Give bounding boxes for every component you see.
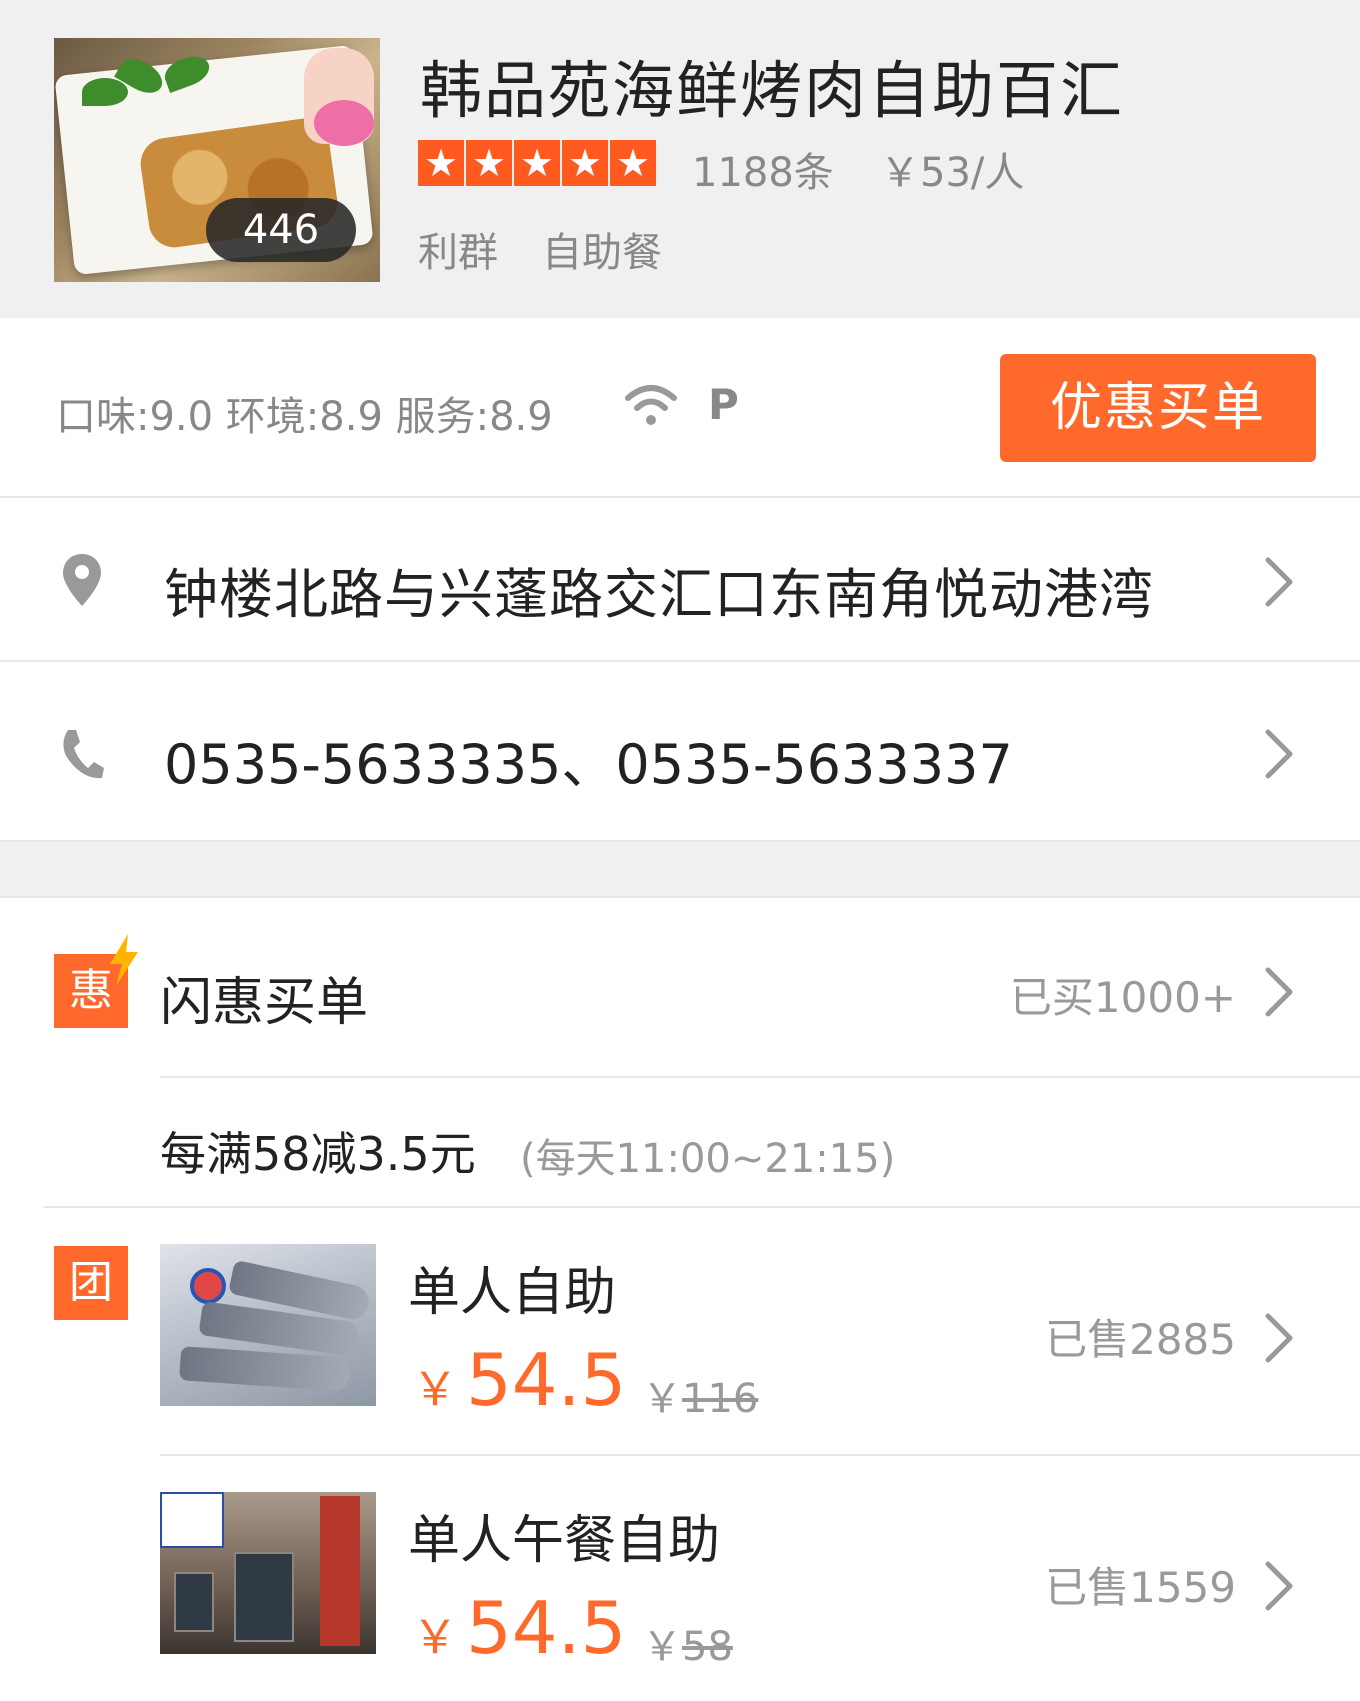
shop-photo[interactable]: 446 <box>54 38 380 282</box>
deal-price: ￥ 54.5 <box>412 1338 626 1422</box>
shop-phone: 0535-5633335、0535-5633337 <box>164 733 1013 796</box>
star-icon: ★ <box>562 140 608 186</box>
discount-pay-button[interactable]: 优惠买单 <box>1000 354 1316 462</box>
deal-sold-count: 已售1559 <box>1045 1563 1236 1612</box>
deal-sold-count: 已售2885 <box>1045 1315 1236 1364</box>
deal-title: 单人午餐自助 <box>408 1511 721 1571</box>
star-icon: ★ <box>466 140 512 186</box>
sign-graphic <box>160 1492 224 1548</box>
score-summary: 口味:9.0 环境:8.9 服务:8.9 <box>56 394 553 440</box>
star-rating: ★ ★ ★ ★ ★ <box>418 140 656 186</box>
original-price-value: 58 <box>682 1624 733 1670</box>
group-deal-item[interactable]: 单人午餐自助 ￥ 54.5 ￥58 已售1559 <box>0 1456 1360 1701</box>
parking-icon: P <box>708 380 739 429</box>
deal-price: ￥ 54.5 <box>412 1586 626 1670</box>
location-pin-icon <box>63 554 101 606</box>
wifi-icon <box>625 385 677 425</box>
section-gap <box>0 842 1360 898</box>
shrimp-graphic <box>179 1346 351 1392</box>
herb-graphic <box>82 78 128 106</box>
flash-deal-sold-count: 已买1000+ <box>1009 973 1236 1022</box>
shop-name: 韩品苑海鲜烤肉自助百汇 <box>420 54 1125 127</box>
deal-title: 单人自助 <box>408 1263 617 1323</box>
deal-photo <box>160 1244 376 1406</box>
deal-photo <box>160 1492 376 1654</box>
address-row[interactable]: 钟楼北路与兴蓬路交汇口东南角悦动港湾 <box>0 498 1360 662</box>
review-count[interactable]: 1188条 <box>692 140 834 198</box>
currency-symbol: ￥ <box>412 1362 458 1416</box>
logo-graphic <box>190 1268 226 1304</box>
chevron-right-icon <box>1265 967 1293 1017</box>
group-deal-item[interactable]: 团 单人自助 ￥ 54.5 ￥116 已售2885 <box>0 1208 1360 1454</box>
chevron-right-icon <box>1265 1561 1293 1611</box>
window-graphic <box>234 1552 294 1642</box>
flash-deal-title: 闪惠买单 <box>160 973 369 1033</box>
phone-row[interactable]: 0535-5633335、0535-5633337 <box>0 662 1360 842</box>
currency-symbol: ￥ <box>642 1624 682 1670</box>
group-badge: 团 <box>54 1246 128 1320</box>
currency-symbol: ￥ <box>412 1610 458 1664</box>
photo-count-badge: 446 <box>206 198 356 262</box>
flash-deal-row[interactable]: 惠 闪惠买单 已买1000+ <box>0 898 1360 1078</box>
currency-symbol: ￥ <box>642 1376 682 1422</box>
chevron-right-icon <box>1265 557 1293 607</box>
heart-graphic <box>314 100 374 146</box>
sign-graphic <box>320 1496 360 1646</box>
window-graphic <box>174 1572 214 1632</box>
shop-header: 446 韩品苑海鲜烤肉自助百汇 ★ ★ ★ ★ ★ 1188条 ￥53/人 利群… <box>0 0 1360 318</box>
deal-price-value: 54.5 <box>466 1586 627 1670</box>
original-price-value: 116 <box>682 1376 759 1422</box>
deal-original-price: ￥58 <box>642 1614 733 1672</box>
chevron-right-icon <box>1265 1313 1293 1363</box>
star-icon: ★ <box>610 140 656 186</box>
phone-icon <box>63 730 104 779</box>
average-price: ￥53/人 <box>880 150 1025 196</box>
shop-area: 利群 <box>418 230 498 276</box>
flash-deal-hours: (每天11:00~21:15) <box>520 1136 896 1182</box>
star-icon: ★ <box>514 140 560 186</box>
flash-deal-rule: 每满58减3.5元 <box>160 1127 476 1181</box>
shop-category: 自助餐 <box>542 230 662 276</box>
divider <box>160 1076 1360 1078</box>
shop-address: 钟楼北路与兴蓬路交汇口东南角悦动港湾 <box>164 563 1154 626</box>
star-icon: ★ <box>418 140 464 186</box>
lightning-icon <box>110 934 138 986</box>
scores-row: 口味:9.0 环境:8.9 服务:8.9 P 优惠买单 <box>0 318 1360 498</box>
chevron-right-icon <box>1265 729 1293 779</box>
deal-price-value: 54.5 <box>466 1338 627 1422</box>
deal-original-price: ￥116 <box>642 1366 758 1424</box>
